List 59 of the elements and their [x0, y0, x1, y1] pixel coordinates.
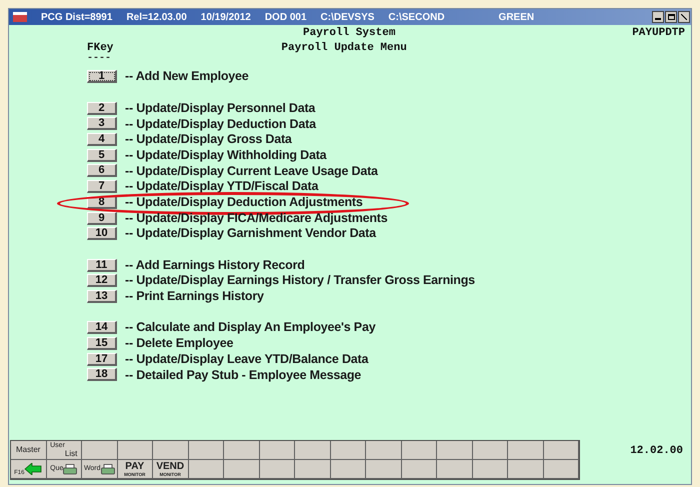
- title-text: PCG Dist=8991: [41, 10, 112, 24]
- column-heading: FKey: [87, 40, 114, 56]
- toolbar-button[interactable]: Master: [11, 441, 46, 460]
- menu-option-label: -- Update/Display Personnel Data: [125, 100, 316, 117]
- button-label: PAY: [125, 462, 144, 472]
- function-key-button[interactable]: 13: [87, 290, 117, 303]
- close-button[interactable]: [678, 11, 690, 23]
- printer-icon: [100, 464, 115, 474]
- title-text: GREEN: [498, 10, 534, 24]
- version-number: 12.02.00: [630, 444, 683, 459]
- menu-option-label: -- Print Earnings History: [125, 288, 264, 306]
- menu-option-label: -- Add Earnings History Record: [125, 256, 305, 274]
- title-text: DOD 001: [264, 10, 307, 24]
- function-key-button[interactable]: 7: [87, 180, 117, 194]
- function-key-button[interactable]: 9: [87, 212, 117, 225]
- function-key-button[interactable]: 10: [87, 227, 117, 240]
- function-key-button[interactable]: 6: [87, 164, 117, 178]
- menu-title: Payroll Update Menu: [281, 40, 407, 56]
- menu-option-label: -- Update/Display Withholding Data: [125, 146, 326, 164]
- menu-option-label: -- Update/Display Earnings History / Transfer Gross Earnings: [125, 272, 475, 290]
- minimize-icon: [655, 18, 661, 20]
- function-key-button[interactable]: 11: [87, 258, 117, 272]
- menu-option-label: -- Update/Display YTD/Fiscal Data: [125, 178, 318, 196]
- left-arrow-icon: [24, 463, 42, 475]
- function-key-button[interactable]: 4: [87, 133, 117, 146]
- title-text: Rel=12.03.00: [126, 10, 187, 24]
- minimize-button[interactable]: [652, 11, 664, 23]
- function-key-button[interactable]: 3: [87, 117, 117, 130]
- menu-option-label: -- Update/Display Deduction Adjustments: [125, 194, 363, 211]
- menu-option-label: -- Update/Display Leave YTD/Balance Data: [125, 350, 368, 368]
- program-name: PAYUPDTP: [632, 26, 685, 41]
- menu-option-label: -- Detailed Pay Stub - Employee Message: [125, 366, 362, 384]
- function-key-button[interactable]: 17: [87, 352, 117, 366]
- menu-option-label: -- Add New Employee: [125, 68, 249, 86]
- function-key-button[interactable]: 12: [87, 274, 117, 288]
- function-key-button[interactable]: 5: [87, 148, 117, 162]
- menu-option-label: -- Update/Display FICA/Medicare Adjustments: [125, 210, 388, 227]
- window-icon: [13, 12, 27, 22]
- button-label: List: [64, 450, 78, 458]
- title-text: C:\DEVSYS: [320, 10, 374, 24]
- heading-rule: ----: [87, 55, 112, 63]
- function-key-button[interactable]: 2: [87, 102, 117, 115]
- maximize-button[interactable]: [665, 11, 677, 23]
- menu-option-label: -- Update/Display Deduction Data: [125, 116, 316, 133]
- button-label: VEND: [156, 462, 184, 472]
- function-key-button[interactable]: 14: [87, 321, 117, 334]
- close-icon: [681, 14, 687, 20]
- menu-option-label: -- Calculate and Display An Employee's Pay: [125, 319, 376, 336]
- screen-title: Payroll System: [303, 26, 396, 41]
- printer-icon: [63, 464, 78, 474]
- menu-option-label: -- Update/Display Garnishment Vendor Data: [125, 225, 376, 242]
- menu-option-label: -- Update/Display Current Leave Usage Data: [125, 162, 378, 180]
- function-key-button[interactable]: 18: [87, 368, 117, 382]
- menu-option-label: -- Delete Employee: [125, 335, 234, 352]
- menu-option-label: -- Update/Display Gross Data: [125, 131, 292, 148]
- function-key-button[interactable]: 15: [87, 337, 117, 350]
- title-text: C:\SECOND: [388, 10, 445, 24]
- maximize-icon: [668, 14, 674, 20]
- title-text: 10/19/2012: [200, 10, 251, 24]
